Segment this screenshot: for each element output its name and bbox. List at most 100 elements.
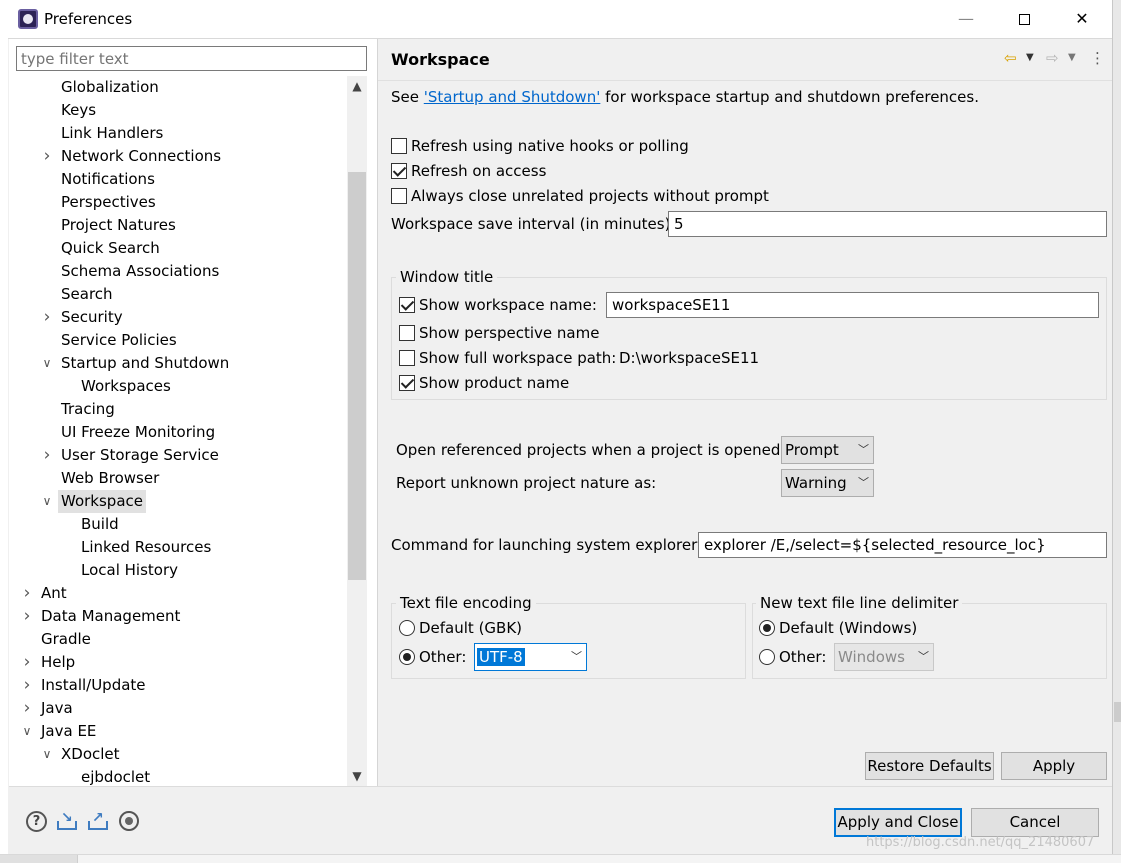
encoding-select[interactable]: UTF-8 ﹀	[474, 643, 587, 671]
explorer-cmd-input[interactable]: explorer /E,/select=${selected_resource_…	[698, 532, 1107, 558]
unknown-nature-value: Warning	[785, 474, 847, 492]
tree-item-label: Local History	[81, 561, 179, 579]
scroll-thumb[interactable]	[348, 172, 366, 580]
tree-item[interactable]: Web Browser	[9, 467, 347, 490]
tree-item[interactable]: Perspectives	[9, 191, 347, 214]
tree-item[interactable]: Tracing	[9, 398, 347, 421]
scroll-down-icon[interactable]: ▼	[347, 766, 367, 786]
cancel-button[interactable]: Cancel	[971, 808, 1099, 837]
chevron-right-icon[interactable]: ›	[21, 651, 33, 674]
export-icon[interactable]: ↗	[87, 810, 109, 832]
tree-item[interactable]: ∨ Java EE	[9, 720, 347, 743]
tree-item[interactable]: Linked Resources	[9, 536, 347, 559]
delimiter-other-radio[interactable]	[759, 649, 775, 665]
tree-item[interactable]: Workspaces	[9, 375, 347, 398]
tree-item-label: Project Natures	[61, 216, 176, 234]
delimiter-default-radio[interactable]	[759, 620, 775, 636]
tree-item-label: Schema Associations	[61, 262, 220, 280]
chevron-down-icon[interactable]: ∨	[21, 720, 33, 743]
tree-item[interactable]: Schema Associations	[9, 260, 347, 283]
show-product-checkbox[interactable]	[399, 375, 415, 391]
tree-item[interactable]: › Security	[9, 306, 347, 329]
tree-item[interactable]: › Help	[9, 651, 347, 674]
header-separator	[378, 80, 1112, 81]
tree-item-label: Data Management	[41, 607, 181, 625]
back-arrow-icon[interactable]: ⇦	[1004, 48, 1017, 68]
scroll-up-icon[interactable]: ▲	[347, 76, 367, 96]
tree-item-label: Globalization	[61, 78, 159, 96]
unknown-nature-select[interactable]: Warning ﹀	[781, 469, 874, 497]
workspace-name-input[interactable]: workspaceSE11	[606, 292, 1099, 318]
show-full-path-label: Show full workspace path:	[419, 349, 617, 367]
chevron-down-icon[interactable]: ∨	[41, 743, 53, 766]
tree-item[interactable]: UI Freeze Monitoring	[9, 421, 347, 444]
show-full-path-checkbox[interactable]	[399, 350, 415, 366]
chevron-right-icon[interactable]: ›	[21, 674, 33, 697]
encoding-default-radio[interactable]	[399, 620, 415, 636]
title-bar: Preferences — ✕	[0, 0, 1112, 38]
chevron-right-icon[interactable]: ›	[21, 697, 33, 720]
tree-item[interactable]: ∨ Startup and Shutdown	[9, 352, 347, 375]
encoding-other-radio[interactable]	[399, 649, 415, 665]
tree-item[interactable]: › Data Management	[9, 605, 347, 628]
tree-item[interactable]: › Network Connections	[9, 145, 347, 168]
view-menu-icon[interactable]: ⋮	[1090, 48, 1105, 68]
preference-tree: Globalization Keys Link Handlers › Network C…	[9, 76, 347, 786]
chevron-right-icon[interactable]: ›	[41, 444, 53, 467]
chevron-right-icon[interactable]: ›	[41, 306, 53, 329]
maximize-button[interactable]	[995, 0, 1053, 38]
chevron-right-icon[interactable]: ›	[41, 145, 53, 168]
page-title: Workspace	[391, 50, 490, 69]
tree-item[interactable]: Project Natures	[9, 214, 347, 237]
tree-item[interactable]: Search	[9, 283, 347, 306]
always-close-checkbox[interactable]	[391, 188, 407, 204]
filter-input[interactable]	[16, 46, 367, 71]
import-icon[interactable]: ↘	[56, 810, 78, 832]
back-dropdown-icon[interactable]: ▼	[1026, 48, 1034, 68]
explorer-cmd-label: Command for launching system explorer:	[391, 536, 703, 554]
tree-item-label: ejbdoclet	[81, 768, 151, 786]
refresh-native-checkbox[interactable]	[391, 138, 407, 154]
startup-shutdown-link[interactable]: 'Startup and Shutdown'	[424, 88, 601, 106]
show-workspace-name-checkbox[interactable]	[399, 297, 415, 313]
tree-item[interactable]: Local History	[9, 559, 347, 582]
minimize-button[interactable]: —	[937, 0, 995, 38]
tree-item[interactable]: › Ant	[9, 582, 347, 605]
help-icon[interactable]: ?	[26, 811, 47, 832]
open-referenced-select[interactable]: Prompt ﹀	[781, 436, 874, 464]
forward-arrow-icon[interactable]: ⇨	[1046, 48, 1059, 68]
chevron-down-icon[interactable]: ∨	[41, 490, 53, 513]
record-icon[interactable]	[119, 811, 139, 831]
tree-scrollbar[interactable]: ▲ ▼	[347, 76, 367, 786]
chevron-right-icon[interactable]: ›	[21, 582, 33, 605]
tree-item[interactable]: Globalization	[9, 76, 347, 99]
refresh-access-checkbox[interactable]	[391, 163, 407, 179]
tree-item[interactable]: Link Handlers	[9, 122, 347, 145]
show-workspace-name-label: Show workspace name:	[419, 296, 597, 314]
tree-item[interactable]: Keys	[9, 99, 347, 122]
chevron-down-icon[interactable]: ∨	[41, 352, 53, 375]
tree-item[interactable]: › Install/Update	[9, 674, 347, 697]
tree-item[interactable]: › Java	[9, 697, 347, 720]
tree-item[interactable]: › User Storage Service	[9, 444, 347, 467]
close-button[interactable]: ✕	[1053, 0, 1111, 38]
forward-dropdown-icon[interactable]: ▼	[1068, 48, 1076, 68]
text-encoding-group-label: Text file encoding	[396, 594, 536, 612]
tree-item[interactable]: ∨ Workspace	[9, 490, 347, 513]
tree-item[interactable]: Quick Search	[9, 237, 347, 260]
apply-button[interactable]: Apply	[1001, 752, 1107, 780]
delimiter-value: Windows	[838, 648, 905, 666]
save-interval-input[interactable]: 5	[668, 211, 1107, 237]
tree-item[interactable]: ejbdoclet	[9, 766, 347, 786]
tree-item[interactable]: ∨ XDoclet	[9, 743, 347, 766]
tree-item[interactable]: Service Policies	[9, 329, 347, 352]
chevron-right-icon[interactable]: ›	[21, 605, 33, 628]
tree-item[interactable]: Gradle	[9, 628, 347, 651]
preference-page: Workspace ⇦ ▼ ⇨ ▼ ⋮ See 'Startup and Shu…	[378, 39, 1112, 786]
show-perspective-checkbox[interactable]	[399, 325, 415, 341]
intro-line: See 'Startup and Shutdown' for workspace…	[391, 88, 979, 106]
tree-item[interactable]: Notifications	[9, 168, 347, 191]
apply-and-close-button[interactable]: Apply and Close	[834, 808, 962, 837]
tree-item[interactable]: Build	[9, 513, 347, 536]
restore-defaults-button[interactable]: Restore Defaults	[865, 752, 994, 780]
